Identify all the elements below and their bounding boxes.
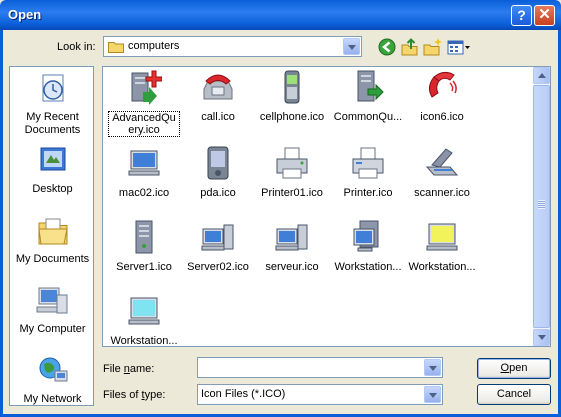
files-of-type-label: Files of type: [103, 389, 166, 401]
window-title: Open [8, 7, 42, 22]
file-name: Workstation... [408, 261, 476, 273]
place-label: My Computer [19, 323, 86, 335]
help-button[interactable]: ? [511, 5, 532, 26]
phone-icon [203, 74, 233, 100]
file-item[interactable]: CommonQu... [330, 69, 406, 123]
pda-icon [207, 146, 229, 180]
back-icon[interactable] [377, 37, 397, 57]
file-name: Server02.ico [187, 261, 249, 273]
file-list[interactable]: AdvancedQuery.ico call.ico cellphone.ico… [102, 66, 551, 347]
desktop-icon [40, 147, 65, 171]
look-in-dropdown-arrow[interactable] [343, 38, 360, 55]
file-name: AdvancedQuery.ico [108, 111, 180, 137]
monitor-icon [128, 150, 160, 176]
server-query-icon [357, 70, 384, 102]
place-recent-documents[interactable]: My Recent Documents [10, 73, 95, 137]
printer-icon [276, 147, 308, 179]
file-item[interactable]: pda.ico [180, 145, 256, 199]
look-in-label: Look in: [57, 41, 96, 53]
file-name: serveur.ico [265, 261, 319, 273]
file-item[interactable]: Workstation... [404, 219, 480, 273]
file-item[interactable]: cellphone.ico [254, 69, 330, 123]
file-item[interactable]: Server02.ico [180, 219, 256, 273]
vertical-scrollbar[interactable] [533, 67, 550, 346]
file-name-combo[interactable] [197, 357, 443, 378]
my-documents-icon [37, 218, 68, 245]
file-item[interactable]: Printer.ico [330, 145, 406, 199]
file-item[interactable]: icon6.ico [404, 69, 480, 123]
file-item[interactable]: mac02.ico [106, 145, 182, 199]
place-my-documents[interactable]: My Documents [10, 215, 95, 266]
files-of-type-value: Icon Files (*.ICO) [201, 388, 286, 400]
cyan-monitor-icon [128, 297, 160, 325]
file-name: pda.ico [200, 187, 236, 199]
file-item[interactable]: serveur.ico [254, 219, 330, 273]
file-name: CommonQu... [333, 111, 403, 123]
folder-icon [108, 42, 124, 53]
window-border-left [0, 30, 3, 417]
place-desktop[interactable]: Desktop [10, 145, 95, 196]
file-name: icon6.ico [420, 111, 464, 123]
desktop-computer-icon [275, 224, 308, 251]
scroll-down-button[interactable] [533, 329, 550, 346]
files-of-type-select[interactable]: Icon Files (*.ICO) [197, 384, 443, 405]
file-item[interactable]: AdvancedQuery.ico [106, 69, 182, 137]
cancel-button[interactable]: Cancel [477, 384, 551, 405]
file-name: Server1.ico [116, 261, 172, 273]
server-add-icon [131, 70, 163, 105]
recent-documents-icon [42, 74, 63, 102]
file-item[interactable]: Workstation... [330, 219, 406, 273]
file-item[interactable]: Server1.ico [106, 219, 182, 273]
file-item[interactable]: Printer01.ico [254, 145, 330, 199]
file-name-dropdown-arrow[interactable] [424, 359, 441, 376]
title-bar: Open ? ✕ [0, 0, 561, 30]
my-network-icon [39, 357, 67, 382]
close-button[interactable]: ✕ [534, 5, 555, 26]
scanner-icon [425, 148, 459, 176]
printer-icon [352, 147, 384, 179]
place-label: Desktop [32, 183, 73, 195]
file-name: mac02.ico [118, 187, 170, 199]
my-computer-icon [36, 287, 67, 314]
workstation-icon [353, 220, 379, 252]
handset-icon [428, 71, 457, 98]
file-name: Workstation... [110, 335, 178, 347]
yellow-monitor-icon [426, 223, 458, 251]
file-name: call.ico [201, 111, 235, 123]
file-item[interactable]: scanner.ico [404, 145, 480, 199]
file-name: scanner.ico [414, 187, 470, 199]
place-label: My Documents [15, 253, 90, 265]
place-label: My Recent Documents [24, 111, 81, 136]
scroll-thumb[interactable] [533, 85, 550, 328]
place-my-computer[interactable]: My Computer [10, 285, 95, 336]
file-name: cellphone.ico [259, 111, 325, 123]
look-in-dropdown[interactable]: computers [103, 36, 362, 57]
file-item[interactable]: Workstation... [106, 293, 182, 347]
desktop-computer-icon [201, 224, 234, 251]
new-folder-icon[interactable] [423, 37, 443, 57]
up-folder-icon[interactable] [400, 37, 420, 57]
files-of-type-dropdown-arrow[interactable] [424, 386, 441, 403]
file-name: Printer.ico [343, 187, 393, 199]
open-button[interactable]: Open [477, 358, 551, 379]
look-in-value: computers [128, 40, 180, 52]
file-item[interactable]: call.ico [180, 69, 256, 123]
file-name-label: File name: [103, 363, 155, 375]
file-name: Printer01.ico [261, 187, 323, 199]
place-label: My Network [23, 393, 82, 405]
place-my-network[interactable]: My Network [10, 355, 95, 406]
places-bar: My Recent Documents Desktop My Documents… [9, 66, 94, 406]
scroll-up-button[interactable] [533, 67, 550, 84]
server-tower-icon [135, 220, 153, 254]
file-name: Workstation... [334, 261, 402, 273]
cellphone-icon [284, 70, 300, 104]
views-menu-icon[interactable] [447, 37, 471, 57]
